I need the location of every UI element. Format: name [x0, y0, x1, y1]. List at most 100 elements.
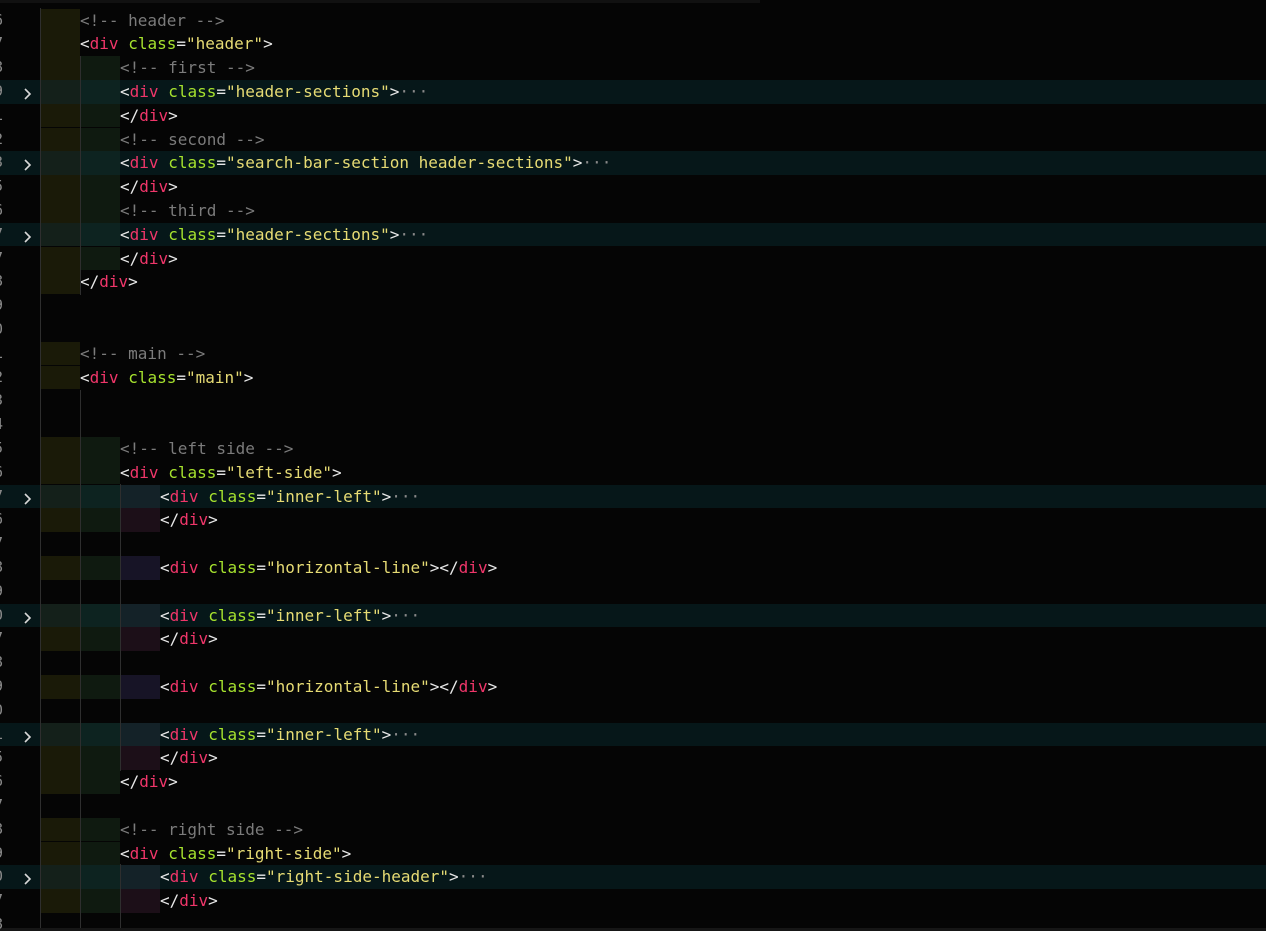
- line-number: 5: [0, 746, 3, 770]
- code-line[interactable]: 9 <div class="right-side">: [0, 841, 1266, 866]
- tag-bracket: >: [429, 557, 440, 577]
- code-line[interactable]: 5 <!-- left side -->: [0, 436, 1266, 461]
- tag-bracket: <: [160, 605, 170, 625]
- code-line[interactable]: 7 </div>: [0, 246, 1266, 271]
- fold-ellipsis: ···: [582, 153, 612, 173]
- html-comment: <!-- main -->: [80, 343, 206, 363]
- code-line[interactable]: 7 <div class="inner-left">···: [0, 484, 1266, 509]
- indent-guide-line: [40, 8, 41, 928]
- line-number: 0: [0, 318, 3, 342]
- html-comment: <!-- second -->: [120, 129, 265, 149]
- tag-name: div: [99, 272, 129, 292]
- line-number: 0: [0, 699, 3, 723]
- tag-bracket: >: [389, 224, 400, 244]
- code-line[interactable]: 6 <div class="left-side">: [0, 460, 1266, 485]
- tag-name: div: [169, 557, 199, 577]
- tag-bracket: </: [120, 105, 140, 125]
- code-line[interactable]: 9: [0, 294, 1266, 318]
- attribute-name: class: [208, 605, 257, 625]
- code-line[interactable]: 1 </div>: [0, 103, 1266, 128]
- code-line[interactable]: 9<div class="horizontal-line"></div>: [0, 674, 1266, 699]
- code-line[interactable]: 7: [0, 532, 1266, 556]
- code-line[interactable]: 8 </div>: [0, 270, 1266, 295]
- code-line[interactable]: 3 <div class="search-bar-section header-s…: [0, 151, 1266, 176]
- code-line[interactable]: 2 <!-- second -->: [0, 127, 1266, 152]
- code-line[interactable]: 8 <!-- right side -->: [0, 817, 1266, 842]
- code-line[interactable]: 4: [0, 413, 1266, 437]
- equals: =: [256, 724, 266, 744]
- fold-ellipsis: ···: [391, 605, 421, 625]
- line-number: 7: [0, 889, 3, 913]
- tag-name: div: [179, 891, 209, 911]
- code-line[interactable]: 8 <!-- first -->: [0, 56, 1266, 80]
- code-line[interactable]: 5 </div>: [0, 175, 1266, 199]
- line-number: 7: [0, 627, 3, 651]
- code-line[interactable]: 8: [0, 913, 1266, 931]
- tag-bracket: >: [572, 153, 583, 173]
- code-line[interactable]: 0: [0, 318, 1266, 342]
- attribute-value: "inner-left": [266, 724, 382, 744]
- code-line[interactable]: 7: [0, 794, 1266, 818]
- line-number: 4: [0, 413, 3, 437]
- line-number: 9: [0, 675, 3, 699]
- attribute-name: class: [168, 153, 217, 173]
- code-line[interactable]: 8<div class="horizontal-line"></div>: [0, 555, 1266, 580]
- code-line[interactable]: 7 </div>: [0, 889, 1266, 913]
- code-line[interactable]: 5 </div>: [0, 746, 1266, 771]
- tag-name: div: [129, 843, 159, 863]
- code-line[interactable]: 7 </div>: [0, 627, 1266, 652]
- tag-bracket: </: [160, 891, 180, 911]
- code-text: </div>: [160, 889, 218, 913]
- tag-bracket: >: [263, 34, 273, 54]
- tag-name: div: [89, 367, 119, 387]
- indent-guide-band: [80, 627, 120, 652]
- line-number: 8: [0, 651, 3, 675]
- indent-guide-band: [40, 270, 80, 295]
- line-number: 1: [0, 104, 3, 128]
- code-text: <!-- second -->: [120, 128, 265, 152]
- code-line[interactable]: 9 <div class="header-sections">···: [0, 79, 1266, 104]
- code-line[interactable]: 8: [0, 651, 1266, 675]
- code-line[interactable]: 2 <div class="main">: [0, 365, 1266, 390]
- code-editor[interactable]: 6<!-- header -->7<div class="header">8<!…: [0, 0, 1266, 931]
- editor-top-border: [0, 0, 760, 3]
- line-number: 5: [0, 437, 3, 461]
- code-line[interactable]: 7 <div class="header">: [0, 32, 1266, 57]
- code-line[interactable]: 6 </div>: [0, 508, 1266, 533]
- indent-guide-band: [40, 555, 80, 580]
- tag-bracket: >: [389, 81, 400, 101]
- attribute-name: class: [128, 34, 177, 54]
- code-line[interactable]: 9: [0, 580, 1266, 604]
- tag-name: div: [129, 81, 159, 101]
- tag-name: div: [129, 224, 159, 244]
- tag-bracket: </: [120, 772, 140, 792]
- code-line[interactable]: 6 <!-- third -->: [0, 198, 1266, 223]
- code-line[interactable]: 0: [0, 699, 1266, 723]
- code-line[interactable]: 0 <div class="right-side-header">···: [0, 865, 1266, 890]
- code-line[interactable]: 3: [0, 389, 1266, 413]
- equals: =: [256, 867, 266, 887]
- code-text: <div class="main">: [80, 366, 253, 390]
- indent-guide-band: [40, 865, 80, 890]
- code-line[interactable]: 1 <!-- main -->: [0, 341, 1266, 366]
- tag-bracket: >: [487, 676, 498, 696]
- indent-guide-band: [80, 674, 120, 699]
- indent-guide-band: [80, 127, 120, 152]
- line-number: 3: [0, 389, 3, 413]
- code-line[interactable]: 1 <div class="inner-left">···: [0, 722, 1266, 747]
- line-number: 6: [0, 461, 3, 485]
- code-text: <!-- third -->: [120, 199, 255, 223]
- code-line[interactable]: 6 <!-- header -->: [0, 8, 1266, 33]
- line-number: 2: [0, 366, 3, 390]
- code-text: <!-- header -->: [80, 9, 225, 33]
- line-number: 9: [0, 580, 3, 604]
- code-line[interactable]: 0 <div class="inner-left">···: [0, 603, 1266, 628]
- indent-guide-band: [120, 484, 160, 509]
- indent-guide-band: [40, 198, 80, 223]
- line-number: 8: [0, 913, 3, 931]
- indent-guide-line: [120, 864, 121, 928]
- code-line[interactable]: 7 <div class="header-sections">···: [0, 222, 1266, 247]
- equals: =: [256, 676, 266, 696]
- code-line[interactable]: 6 </div>: [0, 770, 1266, 794]
